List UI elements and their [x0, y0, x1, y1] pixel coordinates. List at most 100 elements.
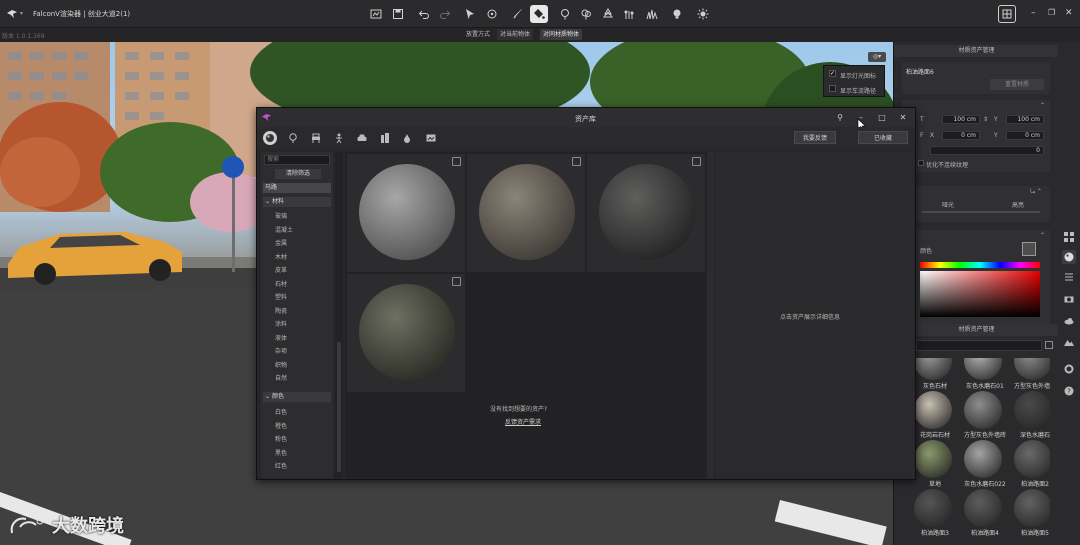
collected-button[interactable]: 已收藏: [858, 131, 908, 144]
hue-slider[interactable]: [920, 262, 1040, 268]
tree-icon[interactable]: [599, 5, 617, 23]
tab-person-icon[interactable]: [332, 131, 346, 145]
color-filter-item[interactable]: 白色: [275, 407, 287, 416]
tree-icon[interactable]: [577, 5, 595, 23]
pin-icon[interactable]: ⚲: [834, 112, 846, 124]
asset-search-input[interactable]: 搜索: [264, 155, 330, 165]
select-icon[interactable]: [461, 5, 479, 23]
saturation-picker[interactable]: [920, 271, 1040, 317]
material-filter-item[interactable]: 混凝土: [275, 225, 293, 234]
material-filter-item[interactable]: 金属: [275, 238, 287, 247]
brush-icon[interactable]: [509, 5, 527, 23]
tag-road[interactable]: 马路: [263, 183, 331, 193]
list-settings-icon[interactable]: [1062, 270, 1076, 284]
reset-icon[interactable]: ⤿ ⌃: [1030, 188, 1042, 196]
filter-icon[interactable]: [1045, 341, 1053, 349]
chevron-down-icon[interactable]: ▾: [20, 10, 23, 17]
feedback-button[interactable]: 我要反馈: [794, 131, 837, 144]
tab-building-icon[interactable]: [378, 131, 392, 145]
tree-icon[interactable]: [620, 5, 638, 23]
material-section-header[interactable]: ⌄ 材料: [263, 197, 331, 207]
feedback-link[interactable]: 反馈资产需求: [505, 417, 541, 426]
material-thumbnail[interactable]: 深色水磨石: [1010, 389, 1050, 439]
reset-material-button[interactable]: 重置材质: [990, 79, 1044, 90]
material-filter-item[interactable]: 塑料: [275, 292, 287, 301]
color-filter-item[interactable]: 红色: [275, 461, 287, 470]
viewport-view-dropdown[interactable]: ◎▾: [868, 52, 886, 62]
material-thumbnail[interactable]: 灰色石材: [910, 358, 954, 390]
weather-icon[interactable]: [1062, 314, 1076, 328]
save-icon[interactable]: [389, 5, 407, 23]
tab-plant-icon[interactable]: [286, 131, 300, 145]
falcon-logo-icon[interactable]: [6, 8, 18, 20]
material-thumbnail[interactable]: 灰色水磨石022: [960, 438, 1006, 488]
material-filter-item[interactable]: 石材: [275, 279, 287, 288]
mode-current-object-button[interactable]: 对当前物体: [497, 29, 534, 40]
color-section-header[interactable]: ⌄ 颜色: [263, 392, 331, 402]
material-filter-item[interactable]: 液体: [275, 333, 287, 342]
asset-card[interactable]: [347, 274, 465, 392]
apply-icon[interactable]: [452, 277, 461, 286]
dialog-title-bar[interactable]: 资产库 ⚲ – □ ✕: [257, 108, 915, 127]
asset-card[interactable]: [587, 154, 705, 272]
material-thumbnail[interactable]: 柏油路面2: [1010, 438, 1050, 488]
undo-icon[interactable]: [415, 5, 433, 23]
tree-icon[interactable]: [556, 5, 574, 23]
material-filter-item[interactable]: 玻璃: [275, 211, 287, 220]
tab-liquid-icon[interactable]: [401, 131, 415, 145]
apply-icon[interactable]: [572, 157, 581, 166]
offset-y-input[interactable]: 0 cm: [1006, 131, 1044, 140]
material-search-input[interactable]: [916, 340, 1042, 351]
rotate-icon[interactable]: [483, 5, 501, 23]
redo-icon[interactable]: [436, 5, 454, 23]
size-h-input[interactable]: 100 cm: [1006, 115, 1044, 124]
gloss-slider[interactable]: [922, 211, 1040, 213]
camera-icon[interactable]: [1062, 292, 1076, 306]
settings-gear-icon[interactable]: [1062, 362, 1076, 376]
color-filter-item[interactable]: 橙色: [275, 421, 287, 430]
material-thumbnail[interactable]: 灰色水磨石01: [960, 358, 1004, 390]
layout-toggle-icon[interactable]: [998, 5, 1016, 23]
help-icon[interactable]: ?: [1062, 384, 1076, 398]
offset-x-input[interactable]: 0 cm: [942, 131, 980, 140]
grass-icon[interactable]: [643, 5, 661, 23]
tab-furniture-icon[interactable]: [309, 131, 323, 145]
scene-icon[interactable]: [367, 5, 385, 23]
material-ball-icon[interactable]: [1062, 250, 1076, 264]
material-filter-item[interactable]: 织物: [275, 360, 287, 369]
material-thumbnail[interactable]: 柏油路面3: [910, 487, 954, 537]
grid-icon[interactable]: [1062, 230, 1076, 244]
color-filter-item[interactable]: 粉色: [275, 434, 287, 443]
material-thumbnail[interactable]: 花岗岩石材: [910, 389, 954, 439]
tab-car-icon[interactable]: [355, 131, 369, 145]
sun-icon[interactable]: [694, 5, 712, 23]
close-icon[interactable]: ✕: [897, 112, 909, 124]
chevron-up-icon[interactable]: ⌃: [1040, 102, 1045, 109]
apply-icon[interactable]: [452, 157, 461, 166]
color-swatch[interactable]: [1022, 242, 1036, 256]
clear-filter-button[interactable]: 清除筛选: [275, 169, 321, 179]
asset-card[interactable]: [347, 154, 465, 272]
material-thumbnail[interactable]: 草地: [910, 438, 954, 488]
color-filter-item[interactable]: 黑色: [275, 448, 287, 457]
light-icon[interactable]: [668, 5, 686, 23]
material-thumbnail[interactable]: 方型灰色外墙砖: [1010, 358, 1050, 390]
show-traffic-paths-checkbox[interactable]: [829, 85, 836, 92]
restore-icon[interactable]: ❐: [1048, 8, 1058, 18]
material-filter-item[interactable]: 自然: [275, 373, 287, 382]
material-filter-item[interactable]: 陶瓷: [275, 306, 287, 315]
link-icon[interactable]: ⇕: [983, 116, 988, 123]
close-icon[interactable]: ✕: [1065, 8, 1075, 18]
show-light-icons-checkbox[interactable]: ✓: [829, 70, 836, 77]
optimize-checkbox[interactable]: [918, 160, 924, 166]
asset-card[interactable]: [467, 154, 585, 272]
material-thumbnail[interactable]: 柏油路面4: [960, 487, 1004, 537]
paint-bucket-icon[interactable]: [530, 5, 548, 23]
material-filter-item[interactable]: 杂项: [275, 346, 287, 355]
tab-image-icon[interactable]: [424, 131, 438, 145]
minimize-icon[interactable]: –: [1031, 8, 1041, 18]
apply-icon[interactable]: [692, 157, 701, 166]
maximize-icon[interactable]: □: [876, 112, 888, 124]
tab-material-ball-icon[interactable]: [263, 131, 277, 145]
grid-scrollbar[interactable]: [707, 152, 714, 478]
